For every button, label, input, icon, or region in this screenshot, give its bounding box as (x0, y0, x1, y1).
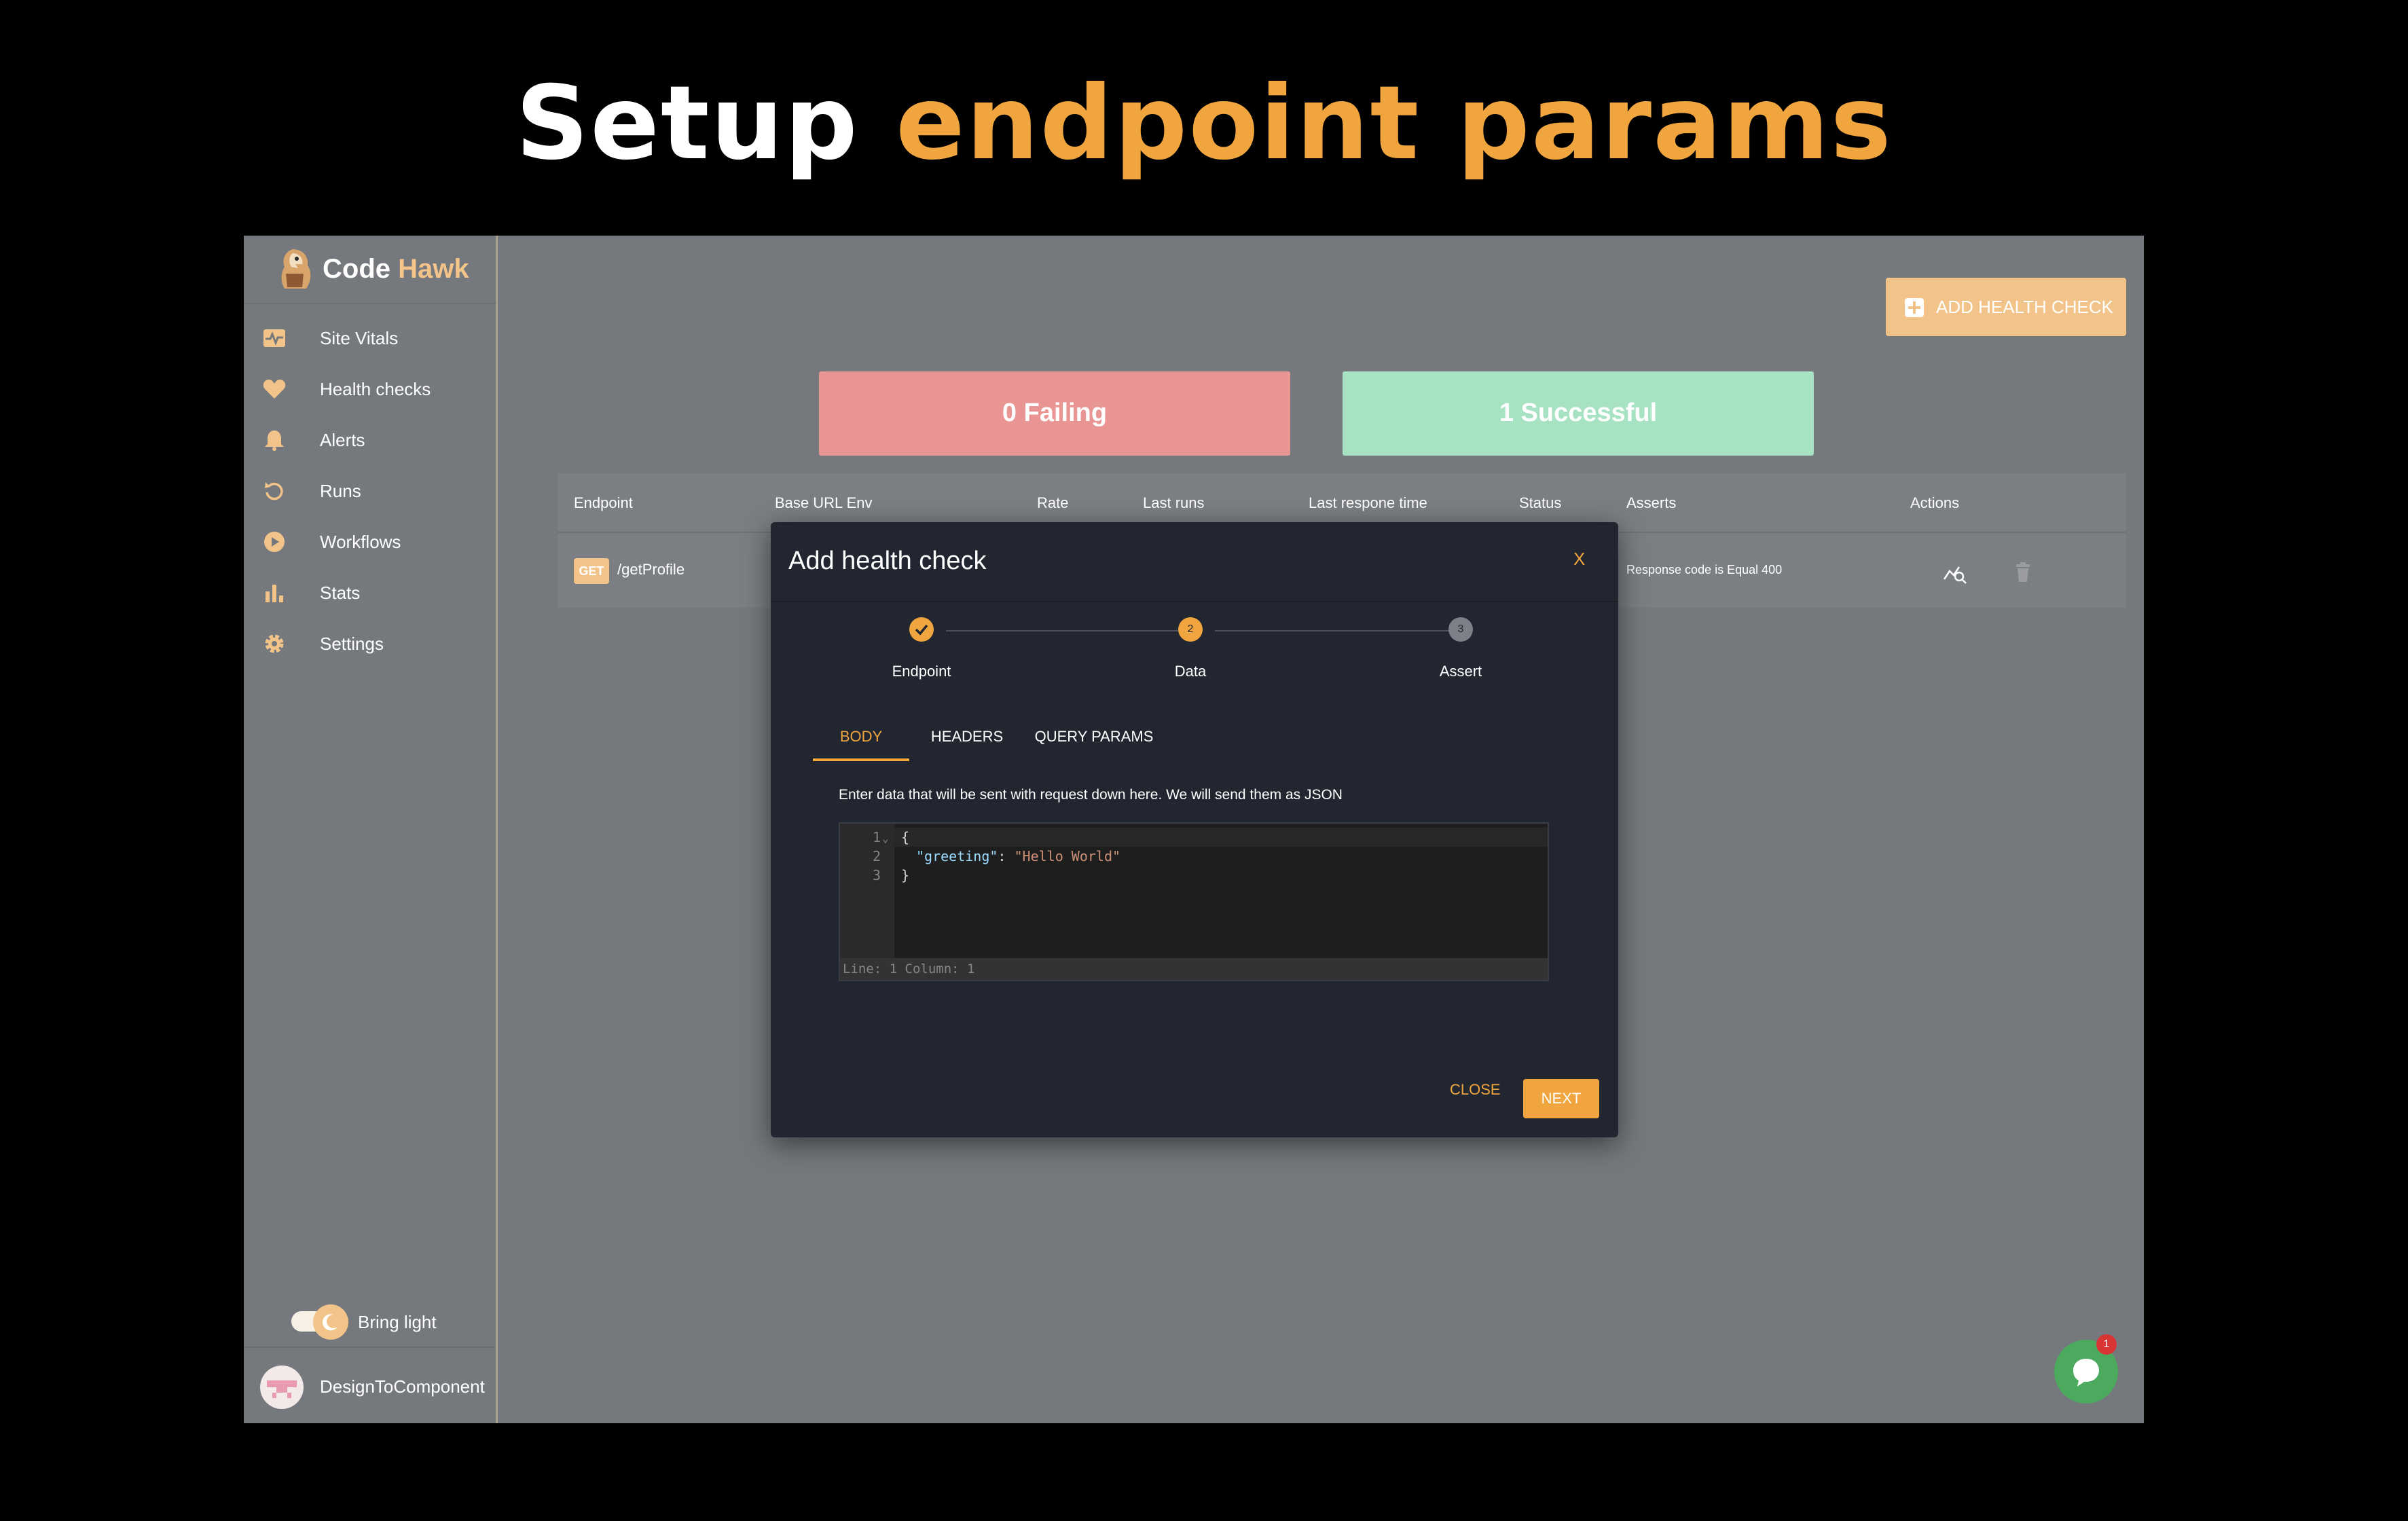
column-header: Status (1519, 494, 1562, 511)
headline-white: Setup (515, 65, 859, 183)
trash-icon[interactable] (2009, 559, 2037, 586)
heart-icon (263, 380, 286, 399)
sidebar-item-label: Alerts (320, 430, 365, 450)
column-header: Base URL Env (775, 494, 873, 511)
sidebar: Code Hawk Site Vitals Health checks Aler… (244, 236, 498, 1423)
bar-chart-icon (266, 585, 283, 602)
user-name: DesignToComponent (320, 1376, 485, 1397)
sidebar-item-site-vitals[interactable]: Site Vitals (244, 312, 496, 363)
add-health-check-button[interactable]: ADD HEALTH CHECK (1886, 278, 2126, 336)
refresh-icon (265, 482, 283, 500)
successful-count-card[interactable]: 1 Successful (1343, 371, 1814, 456)
sidebar-item-stats[interactable]: Stats (244, 567, 496, 618)
code-line: } (901, 867, 910, 883)
code-line: "greeting": "Hello World" (901, 847, 1120, 866)
dialog-divider (771, 601, 1618, 602)
step-data: 2 Data (1123, 617, 1258, 692)
brand-name: Code Hawk (323, 252, 469, 286)
successful-label: 1 Successful (1499, 399, 1658, 427)
user-profile[interactable]: DesignToComponent (244, 1346, 496, 1423)
sidebar-item-label: Settings (320, 634, 384, 654)
tab-headers[interactable]: HEADERS (919, 720, 1015, 761)
endpoint-path: /getProfile (617, 561, 685, 578)
theme-toggle[interactable]: Bring light (291, 1303, 488, 1341)
line-number: 3 (872, 867, 881, 883)
bell-icon (265, 430, 284, 451)
analytics-icon[interactable] (1941, 559, 1969, 586)
column-header: Actions (1910, 494, 1960, 511)
json-value: "Hello World" (1014, 848, 1121, 864)
body-hint-text: Enter data that will be sent with reques… (839, 787, 1343, 803)
avatar (260, 1366, 304, 1409)
failing-label: 0 Failing (1002, 399, 1108, 427)
sidebar-item-alerts[interactable]: Alerts (244, 414, 496, 465)
json-code-editor[interactable]: 1 2 3 ⌄ { "greeting": "Hello World" } Li… (839, 822, 1549, 981)
assert-text: Response code is Equal 400 (1626, 563, 1783, 576)
tab-query-params[interactable]: QUERY PARAMS (1025, 720, 1163, 761)
dialog-title: Add health check (788, 547, 987, 575)
editor-gutter: 1 2 3 ⌄ (840, 824, 894, 958)
add-health-check-dialog: Add health check X Endpoint 2 Data 3 Ass… (771, 522, 1618, 1137)
hawk-logo-icon (281, 249, 311, 289)
close-button[interactable]: CLOSE (1450, 1080, 1501, 1099)
plus-square-icon (1905, 298, 1924, 317)
sidebar-item-label: Health checks (320, 379, 431, 399)
json-key: "greeting" (916, 848, 998, 864)
sidebar-item-health-checks[interactable]: Health checks (244, 363, 496, 414)
dialog-close-x-button[interactable]: X (1573, 547, 1585, 571)
brand: Code Hawk (244, 236, 496, 304)
line-number: 1 (872, 829, 881, 845)
step-label: Assert (1439, 663, 1482, 680)
step-label: Endpoint (892, 663, 951, 680)
play-circle-icon (264, 532, 285, 552)
step-number: 2 (1178, 617, 1203, 642)
editor-status-bar: Line: 1 Column: 1 (840, 958, 1548, 980)
step-endpoint: Endpoint (854, 617, 989, 692)
step-number: 3 (1448, 617, 1473, 642)
sidebar-item-workflows[interactable]: Workflows (244, 516, 496, 567)
check-icon (909, 617, 934, 642)
column-header: Rate (1037, 494, 1069, 511)
sidebar-item-label: Runs (320, 481, 361, 501)
toggle-label: Bring light (358, 1312, 437, 1332)
current-line-highlight (894, 828, 1548, 847)
tab-body[interactable]: BODY (813, 720, 909, 761)
sidebar-item-label: Workflows (320, 532, 401, 552)
line-number: 2 (872, 848, 881, 864)
pulse-icon (263, 329, 285, 347)
step-assert: 3 Assert (1393, 617, 1529, 692)
failing-count-card[interactable]: 0 Failing (819, 371, 1290, 456)
column-header: Last respone time (1309, 494, 1427, 511)
chat-unread-badge: 1 (2096, 1334, 2117, 1355)
gear-icon (265, 634, 284, 653)
brand-code: Code (323, 254, 390, 284)
add-button-label: ADD HEALTH CHECK (1936, 297, 2114, 317)
headline-orange: endpoint params (896, 65, 1893, 183)
sidebar-item-label: Stats (320, 583, 361, 603)
brand-hawk: Hawk (398, 254, 469, 284)
page-headline: Setup endpoint params (0, 62, 2408, 185)
column-header: Asserts (1626, 494, 1677, 511)
next-button[interactable]: NEXT (1523, 1079, 1599, 1118)
sidebar-item-runs[interactable]: Runs (244, 465, 496, 516)
sidebar-item-settings[interactable]: Settings (244, 618, 496, 669)
step-label: Data (1174, 663, 1207, 680)
column-header: Last runs (1143, 494, 1205, 511)
fold-chevron-icon[interactable]: ⌄ (882, 829, 889, 848)
json-colon: : (998, 848, 1015, 864)
moon-icon (313, 1304, 348, 1340)
column-header: Endpoint (574, 494, 633, 511)
method-badge: GET (574, 558, 609, 584)
code-line: { (901, 829, 910, 845)
sidebar-item-label: Site Vitals (320, 328, 399, 348)
